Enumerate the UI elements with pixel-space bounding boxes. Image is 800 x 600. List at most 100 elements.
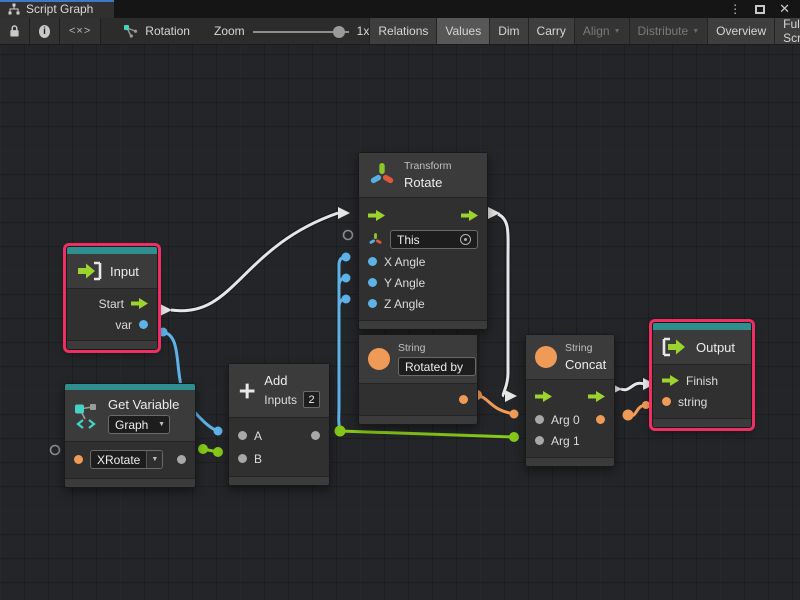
string-value-field[interactable]: Rotated by	[398, 357, 476, 376]
align-dropdown[interactable]: Align▼	[574, 18, 629, 44]
graph-canvas[interactable]: Input Start var	[0, 45, 800, 600]
lock-icon	[9, 24, 20, 38]
value-in-port-icon	[238, 454, 247, 463]
code-icon: <×>	[69, 25, 91, 37]
chevron-down-icon[interactable]: ▼	[146, 451, 162, 468]
node-footer	[67, 340, 157, 349]
graph-toolbar: i <×> Rotation Zoom 1x Relations Values	[0, 18, 800, 45]
wire-add-to-concat-arg1[interactable]	[335, 426, 520, 443]
port-y-angle[interactable]: Y Angle	[359, 272, 487, 293]
zoom-slider[interactable]	[253, 18, 349, 45]
node-rotate[interactable]: Transform Rotate This	[358, 152, 488, 330]
unity-visual-scripting-window: Script Graph ⋮ ✕ i <×>	[0, 0, 800, 600]
object-picker-icon[interactable]	[460, 234, 471, 245]
node-add[interactable]: Add Inputs 2 A B	[228, 363, 330, 486]
node-title: Concat	[565, 357, 606, 372]
variable-name-port-icon[interactable]	[74, 455, 83, 464]
port-arg1[interactable]: Arg 1	[526, 430, 614, 451]
inputs-count-field[interactable]: 2	[303, 391, 320, 408]
rotation-label: Rotation	[145, 24, 190, 38]
variable-scope-dropdown[interactable]: Graph ▼	[108, 415, 170, 434]
tab-bar: Script Graph ⋮ ✕	[0, 0, 800, 18]
wire-concat-result-to-output-string[interactable]	[623, 401, 651, 421]
info-icon: i	[39, 25, 50, 38]
node-footer	[526, 457, 614, 466]
value-in-port-icon	[238, 431, 247, 440]
port-start[interactable]: Start	[67, 293, 157, 314]
node-title: Get Variable	[108, 397, 179, 412]
maximize-icon[interactable]	[755, 5, 765, 14]
string-literal-icon	[368, 348, 390, 370]
code-preview-button[interactable]: <×>	[60, 18, 101, 44]
port-b[interactable]: B	[229, 447, 329, 470]
port-arg0[interactable]: Arg 0	[526, 409, 614, 430]
port-a[interactable]: A	[229, 424, 329, 447]
lock-button[interactable]	[0, 18, 30, 44]
relations-button[interactable]: Relations	[369, 18, 436, 44]
transform-port-icon[interactable]	[368, 232, 383, 247]
window-controls: ⋮ ✕	[729, 0, 800, 18]
control-in-arrow-icon[interactable]	[368, 210, 385, 221]
value-in-port-icon	[662, 397, 671, 406]
overview-button[interactable]: Overview	[707, 18, 774, 44]
zoom-value: 1x	[357, 24, 370, 38]
dim-button[interactable]: Dim	[489, 18, 527, 44]
node-footer	[229, 476, 329, 485]
value-out-port-icon[interactable]	[177, 455, 186, 464]
control-row	[526, 384, 614, 409]
wire-getvariable-to-add-b[interactable]	[198, 444, 223, 457]
node-input-header: Input	[67, 254, 157, 289]
control-out-arrow-icon[interactable]	[461, 210, 478, 221]
node-concat[interactable]: String Concat Arg 0 Arg 1	[525, 334, 615, 467]
wire-start-to-rotate-enter[interactable]	[160, 207, 350, 316]
output-icon	[662, 337, 688, 357]
node-get-variable-header: Get Variable Graph ▼	[65, 390, 195, 442]
value-out-port-icon[interactable]	[459, 395, 468, 404]
node-title: Rotate	[404, 175, 451, 190]
wire-rotate-exit-to-concat-enter[interactable]	[488, 207, 517, 402]
value-in-port-icon	[368, 257, 377, 266]
info-button[interactable]: i	[30, 18, 60, 44]
string-out-row	[359, 388, 477, 410]
port-z-angle[interactable]: Z Angle	[359, 293, 487, 314]
port-var[interactable]: var	[67, 314, 157, 335]
node-input[interactable]: Input Start var	[66, 246, 158, 350]
event-strip	[67, 247, 157, 254]
value-port-icon	[139, 320, 148, 329]
this-row: This	[359, 228, 487, 251]
fullscreen-button[interactable]: Full Screen	[774, 18, 800, 44]
variable-name-dropdown[interactable]: XRotate ▼	[90, 450, 163, 469]
tab-title: Script Graph	[26, 2, 93, 16]
event-strip	[653, 323, 751, 330]
port-string[interactable]: string	[653, 391, 751, 412]
values-button[interactable]: Values	[436, 18, 489, 44]
tab-script-graph[interactable]: Script Graph	[0, 0, 114, 18]
result-out-port-icon[interactable]	[596, 415, 605, 424]
node-output[interactable]: Output Finish string	[652, 322, 752, 428]
sum-out-port-icon[interactable]	[311, 431, 320, 440]
node-category: String	[565, 342, 606, 354]
add-icon	[238, 376, 256, 406]
distribute-dropdown[interactable]: Distribute▼	[629, 18, 708, 44]
chevron-down-icon: ▼	[692, 28, 699, 35]
carry-button[interactable]: Carry	[528, 18, 574, 44]
node-get-variable[interactable]: Get Variable Graph ▼ XRotate ▼	[64, 383, 196, 488]
value-in-port-icon	[535, 415, 544, 424]
port-finish[interactable]: Finish	[653, 370, 751, 391]
input-icon	[76, 261, 102, 281]
wire-concat-exit-to-output-finish[interactable]	[610, 378, 655, 395]
node-title: Add	[264, 373, 320, 388]
kebab-menu-icon[interactable]: ⋮	[729, 2, 741, 16]
value-in-port-icon	[368, 299, 377, 308]
zoom-slider-handle[interactable]	[333, 26, 345, 38]
close-icon[interactable]: ✕	[779, 1, 790, 17]
rotation-indicator[interactable]: Rotation	[123, 18, 190, 44]
control-out-arrow-icon[interactable]	[588, 391, 605, 402]
wire-add-to-angles[interactable]	[339, 253, 351, 430]
node-string-literal[interactable]: String Rotated by	[358, 334, 478, 425]
control-in-arrow-icon[interactable]	[535, 391, 552, 402]
port-x-angle[interactable]: X Angle	[359, 251, 487, 272]
value-in-port-icon	[368, 278, 377, 287]
zoom-control: Zoom 1x	[214, 18, 369, 44]
this-object-field[interactable]: This	[390, 230, 478, 249]
